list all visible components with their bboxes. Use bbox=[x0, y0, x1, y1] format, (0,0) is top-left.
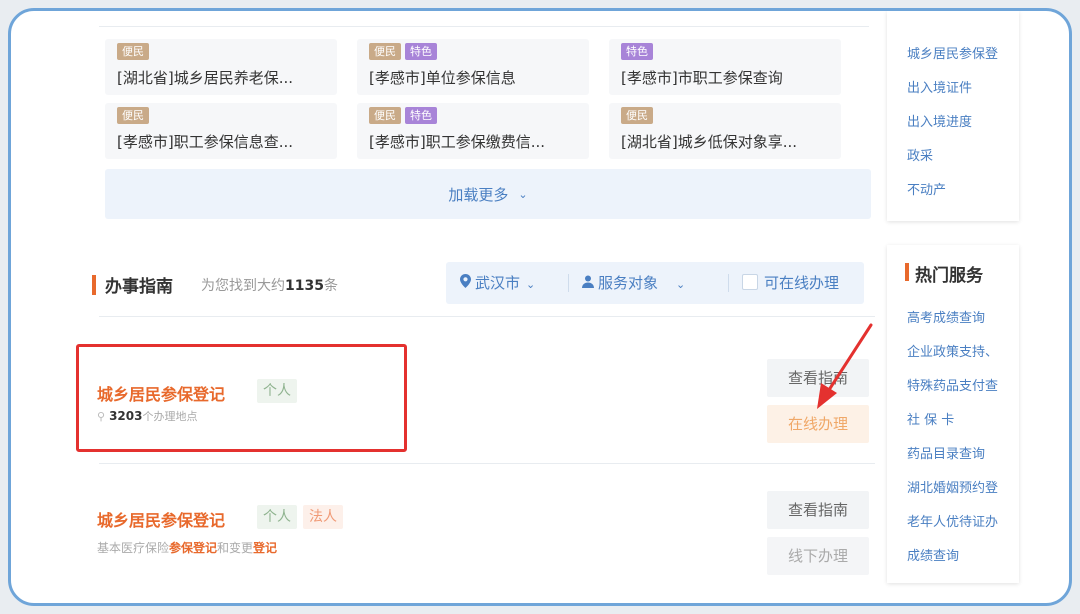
chevron-down-icon: ⌄ bbox=[526, 278, 536, 291]
hot-service-link[interactable]: 企业政策支持、 bbox=[907, 341, 1017, 360]
hot-service-link[interactable]: 湖北婚姻预约登 bbox=[907, 477, 1017, 496]
card-title: [孝感市]单位参保信息 bbox=[369, 69, 516, 87]
card-badges: 特色 bbox=[621, 43, 829, 63]
card-badges: 便民 bbox=[621, 107, 829, 127]
annotation-arrow-icon bbox=[817, 323, 873, 409]
card-badges: 便民 特色 bbox=[369, 43, 577, 63]
location-pin-icon bbox=[460, 263, 471, 305]
hot-service-link[interactable]: 成绩查询 bbox=[907, 545, 1017, 564]
card-badges: 便民 特色 bbox=[369, 107, 577, 127]
load-more-label: 加载更多 bbox=[448, 185, 509, 204]
count-prefix: 为您找到大约 bbox=[201, 278, 285, 294]
hot-service-link[interactable]: 高考成绩查询 bbox=[907, 307, 1017, 326]
filter-bar: 武汉市 ⌄ 服务对象 ⌄ 可在线办理 bbox=[446, 262, 864, 304]
sidebar-link[interactable]: 出入境进度 bbox=[907, 111, 1017, 130]
badge-convenient: 便民 bbox=[621, 107, 653, 124]
result-count: 为您找到大约1135条 bbox=[201, 275, 338, 295]
service-card[interactable]: 便民 特色 [孝感市]单位参保信息 bbox=[357, 39, 589, 95]
badge-convenient: 便民 bbox=[117, 43, 149, 60]
filter-separator bbox=[568, 274, 569, 292]
section-accent-bar bbox=[92, 275, 96, 295]
hot-services-title: 热门服务 bbox=[915, 266, 983, 286]
badge-featured: 特色 bbox=[405, 43, 437, 60]
city-filter-dropdown[interactable]: 武汉市 ⌄ bbox=[460, 262, 535, 304]
sidebar-quick-links: 城乡居民参保登 出入境证件 出入境进度 政采 不动产 bbox=[887, 11, 1019, 221]
card-title: [孝感市]市职工参保查询 bbox=[621, 69, 783, 87]
badge-convenient: 便民 bbox=[369, 107, 401, 124]
person-icon bbox=[582, 263, 594, 305]
section-accent-bar bbox=[905, 263, 909, 281]
top-divider bbox=[99, 26, 869, 27]
service-card[interactable]: 特色 [孝感市]市职工参保查询 bbox=[609, 39, 841, 95]
card-badges: 便民 bbox=[117, 43, 325, 63]
sidebar-link[interactable]: 出入境证件 bbox=[907, 77, 1017, 96]
service-target-label: 服务对象 bbox=[598, 274, 659, 292]
count-suffix: 条 bbox=[323, 278, 338, 294]
card-title: [孝感市]职工参保缴费信... bbox=[369, 133, 546, 151]
tag-personal: 个人 bbox=[257, 505, 297, 529]
view-guide-button[interactable]: 查看指南 bbox=[767, 491, 869, 529]
filter-separator bbox=[728, 274, 729, 292]
badge-convenient: 便民 bbox=[117, 107, 149, 124]
divider bbox=[99, 316, 875, 317]
sidebar-hot-services: 热门服务 高考成绩查询 企业政策支持、 特殊药品支付查 社 保 卡 药品目录查询… bbox=[887, 245, 1019, 583]
chevron-down-icon: ⌄ bbox=[518, 187, 528, 201]
hot-service-link[interactable]: 药品目录查询 bbox=[907, 443, 1017, 462]
main-content: 便民 [湖北省]城乡居民养老保... 便民 特色 [孝感市]单位参保信息 特色 … bbox=[91, 11, 875, 603]
desc-highlight: 登记 bbox=[253, 541, 278, 555]
result-item: 城乡居民参保登记 个人 法人 基本医疗保险参保登记和变更登记 查看指南 线下办理 bbox=[91, 481, 875, 591]
card-title: [孝感市]职工参保信息查... bbox=[117, 133, 294, 151]
desc-highlight: 参保登记 bbox=[169, 541, 218, 555]
service-card[interactable]: 便民 [湖北省]城乡低保对象享... bbox=[609, 103, 841, 159]
section-title: 办事指南 bbox=[105, 277, 173, 297]
card-title: [湖北省]城乡居民养老保... bbox=[117, 69, 294, 87]
badge-featured: 特色 bbox=[405, 107, 437, 124]
hot-service-link[interactable]: 社 保 卡 bbox=[907, 409, 1017, 428]
result-title-link[interactable]: 城乡居民参保登记 bbox=[97, 507, 225, 531]
service-target-dropdown[interactable]: 服务对象 ⌄ bbox=[582, 262, 685, 304]
sidebar-link[interactable]: 城乡居民参保登 bbox=[907, 43, 1017, 62]
badge-featured: 特色 bbox=[621, 43, 653, 60]
service-card[interactable]: 便民 [孝感市]职工参保信息查... bbox=[105, 103, 337, 159]
chevron-down-icon: ⌄ bbox=[676, 278, 686, 291]
browser-frame: 便民 [湖北省]城乡居民养老保... 便民 特色 [孝感市]单位参保信息 特色 … bbox=[8, 8, 1072, 606]
sidebar-link[interactable]: 不动产 bbox=[907, 179, 1017, 198]
annotation-highlight-box bbox=[76, 344, 407, 452]
service-card[interactable]: 便民 特色 [孝感市]职工参保缴费信... bbox=[357, 103, 589, 159]
sidebar-link[interactable]: 政采 bbox=[907, 145, 1017, 164]
tag-legal-entity: 法人 bbox=[303, 505, 343, 529]
divider bbox=[99, 463, 875, 464]
online-only-label[interactable]: 可在线办理 bbox=[764, 262, 839, 304]
hot-service-link[interactable]: 老年人优待证办 bbox=[907, 511, 1017, 530]
count-number: 1135 bbox=[285, 278, 324, 294]
desc-text: 基本医疗保险 bbox=[97, 541, 170, 555]
service-card[interactable]: 便民 [湖北省]城乡居民养老保... bbox=[105, 39, 337, 95]
card-title: [湖北省]城乡低保对象享... bbox=[621, 133, 798, 151]
card-badges: 便民 bbox=[117, 107, 325, 127]
badge-convenient: 便民 bbox=[369, 43, 401, 60]
city-filter-label: 武汉市 bbox=[475, 274, 521, 292]
hot-service-link[interactable]: 特殊药品支付查 bbox=[907, 375, 1017, 394]
result-description: 基本医疗保险参保登记和变更登记 bbox=[97, 539, 277, 556]
guide-header: 办事指南 为您找到大约1135条 武汉市 ⌄ 服务对象 ⌄ 可在线办理 bbox=[91, 257, 875, 313]
offline-handle-button[interactable]: 线下办理 bbox=[767, 537, 869, 575]
desc-text: 和变更 bbox=[217, 541, 254, 555]
load-more-button[interactable]: 加载更多 ⌄ bbox=[105, 169, 871, 219]
online-only-checkbox[interactable] bbox=[742, 274, 758, 290]
